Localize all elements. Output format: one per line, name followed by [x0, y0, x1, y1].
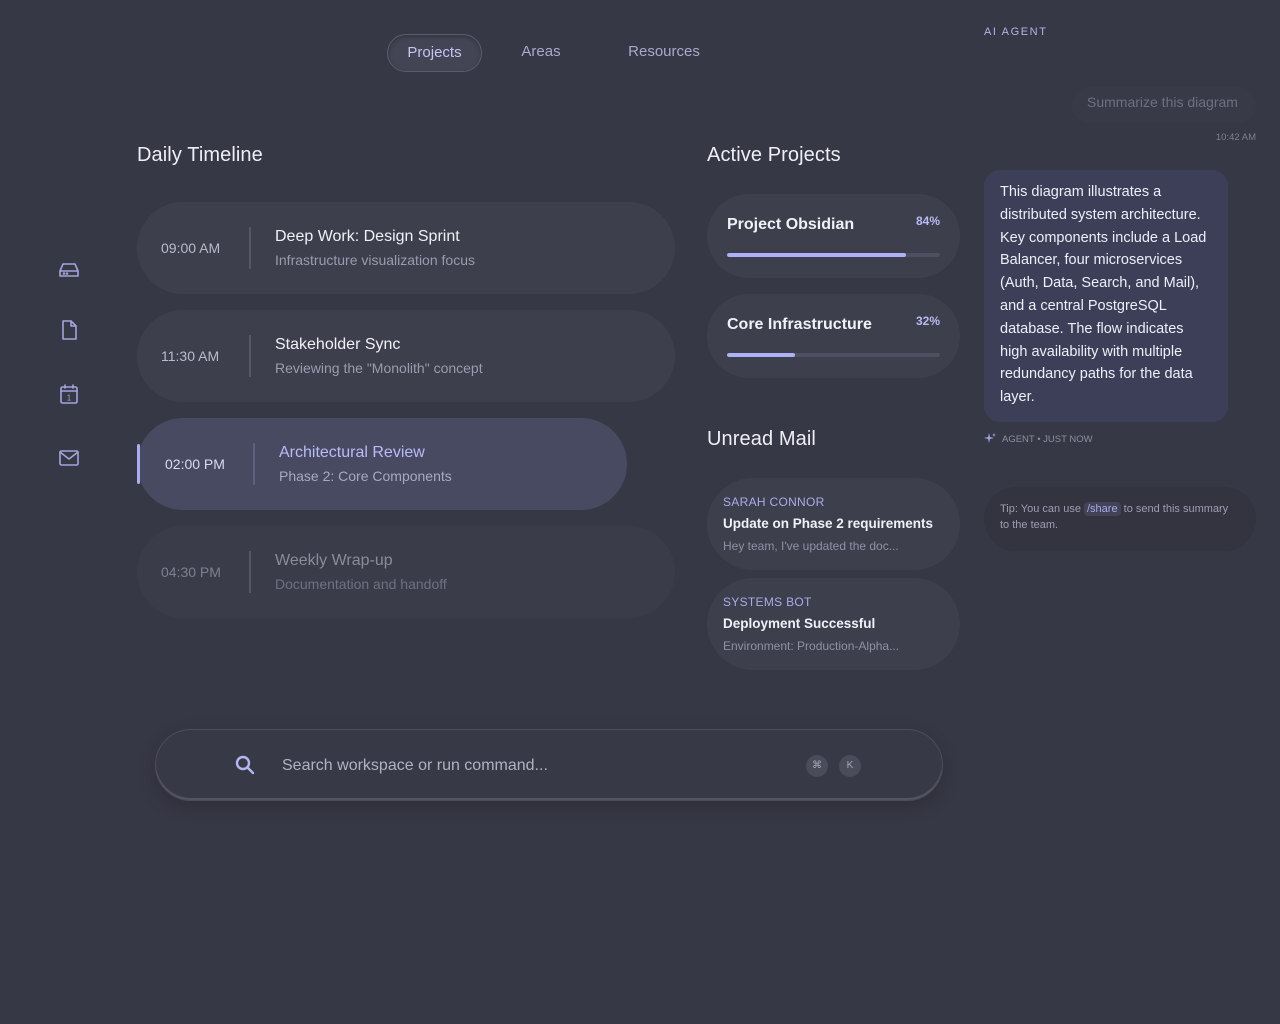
timeline-divider [249, 227, 251, 269]
timeline-time: 09:00 AM [161, 240, 221, 256]
timeline-item-subtitle: Phase 2: Core Components [279, 468, 452, 484]
timeline-time: 11:30 AM [161, 348, 220, 364]
timeline-item-title: Weekly Wrap-up [275, 552, 393, 569]
calendar-day: 1 [67, 394, 72, 403]
timeline-title: Daily Timeline [137, 144, 263, 166]
timeline-item-subtitle: Infrastructure visualization focus [275, 252, 475, 268]
user-message: Summarize this diagram [1072, 87, 1256, 123]
project-card[interactable]: Core Infrastructure 32% [707, 294, 960, 378]
mail-item[interactable]: SARAH CONNOR Update on Phase 2 requireme… [707, 478, 960, 570]
search-icon [234, 754, 256, 781]
agent-response: This diagram illustrates a distributed s… [984, 170, 1228, 422]
timeline-item[interactable]: 04:30 PM Weekly Wrap-up Documentation an… [137, 526, 675, 618]
tab-projects[interactable]: Projects [387, 34, 482, 72]
tab-resources[interactable]: Resources [609, 34, 719, 72]
project-progress-fill [727, 253, 906, 257]
storage-icon[interactable] [46, 250, 92, 290]
workspace-page: 1 Projects Areas Resources Daily Timelin… [0, 0, 1280, 1024]
projects-title: Active Projects [707, 144, 841, 166]
command-search-bar: ⌘ K [155, 729, 943, 801]
shortcut-key-cmd: ⌘ [806, 755, 828, 777]
project-progress-fill [727, 353, 796, 357]
project-progress-bar [727, 353, 940, 357]
project-name: Core Infrastructure [727, 316, 872, 333]
timeline-item-subtitle: Documentation and handoff [275, 576, 447, 592]
timeline-item-active[interactable]: 02:00 PM Architectural Review Phase 2: C… [137, 418, 627, 510]
calendar-icon[interactable]: 1 [46, 374, 92, 414]
search-input[interactable] [282, 752, 782, 780]
timeline-item-title: Architectural Review [279, 444, 425, 461]
timeline-divider [253, 443, 255, 485]
tab-areas[interactable]: Areas [506, 34, 576, 72]
mail-preview: Hey team, I've updated the doc... [723, 539, 899, 553]
project-percent: 32% [915, 314, 940, 328]
mail-item[interactable]: SYSTEMS BOT Deployment Successful Enviro… [707, 578, 960, 670]
timeline-item-subtitle: Reviewing the "Monolith" concept [275, 360, 483, 376]
sparkle-icon [984, 433, 996, 443]
tip-prefix: Tip: You can use [1000, 503, 1081, 515]
project-card[interactable]: Project Obsidian 84% [707, 194, 960, 278]
project-percent: 84% [915, 214, 940, 228]
mail-sender: SARAH CONNOR [723, 495, 825, 509]
mail-subject: Deployment Successful [723, 616, 876, 631]
mail-sender: SYSTEMS BOT [723, 595, 812, 609]
document-icon[interactable] [46, 310, 92, 350]
agent-panel-label: AI AGENT [984, 26, 1048, 38]
timeline-divider [249, 335, 251, 377]
timeline-item[interactable]: 11:30 AM Stakeholder Sync Reviewing the … [137, 310, 675, 402]
agent-tip: Tip: You can use /share to send this sum… [984, 487, 1256, 551]
mail-title: Unread Mail [707, 428, 816, 450]
mail-preview: Environment: Production-Alpha... [723, 639, 900, 653]
message-timestamp: 10:42 AM [1215, 132, 1256, 143]
timeline-item-title: Stakeholder Sync [275, 336, 401, 353]
share-command[interactable]: /share [1084, 502, 1121, 516]
agent-meta-text: AGENT • JUST NOW [1002, 433, 1093, 445]
agent-meta: AGENT • JUST NOW [984, 433, 1093, 445]
timeline-time: 04:30 PM [161, 564, 221, 580]
project-progress-bar [727, 253, 940, 257]
project-name: Project Obsidian [727, 216, 855, 233]
timeline-time: 02:00 PM [165, 456, 225, 472]
mail-subject: Update on Phase 2 requirements [723, 516, 934, 531]
shortcut-key-k: K [839, 755, 861, 777]
timeline-divider [249, 551, 251, 593]
timeline-item-title: Deep Work: Design Sprint [275, 228, 460, 245]
mail-icon[interactable] [46, 438, 92, 478]
timeline-item[interactable]: 09:00 AM Deep Work: Design Sprint Infras… [137, 202, 675, 294]
